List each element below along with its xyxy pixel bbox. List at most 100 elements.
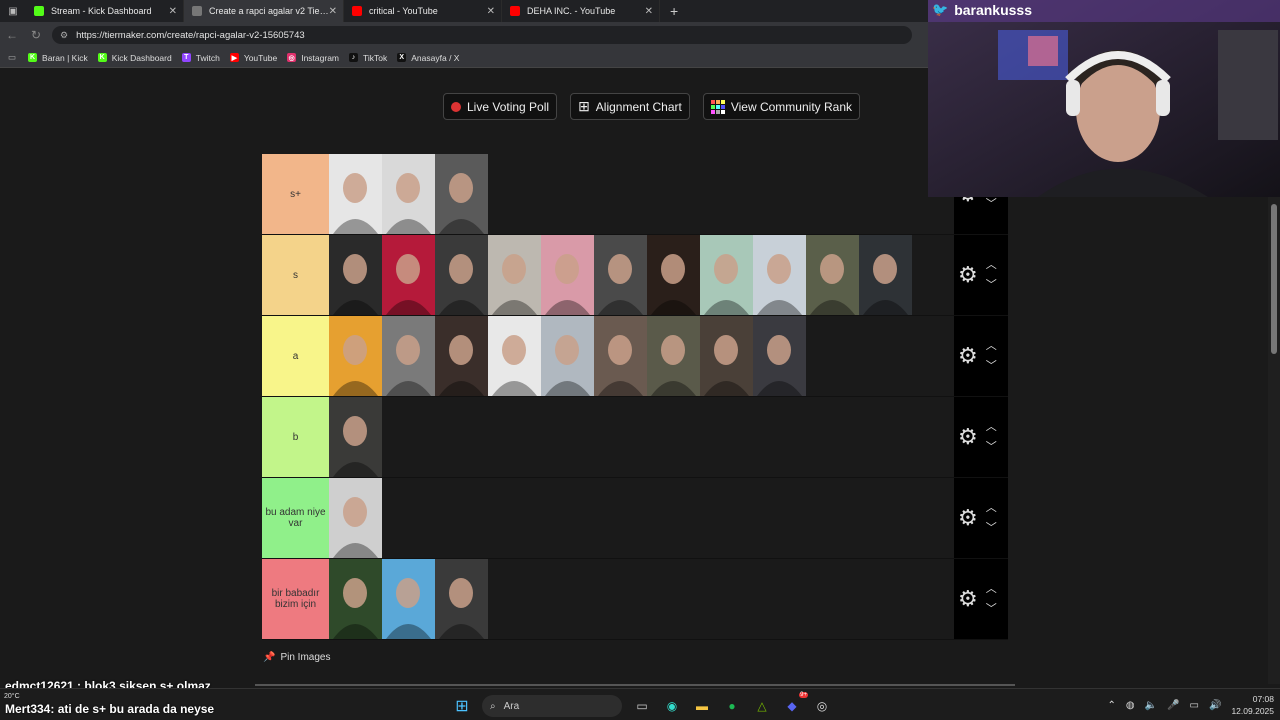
browser-tab[interactable]: Create a rapci agalar v2 Tier List -✕ [184, 0, 344, 22]
chevron-up-icon[interactable]: ︿ [986, 336, 997, 356]
obs-icon[interactable]: ◎ [812, 696, 832, 716]
chevron-up-icon[interactable]: ︿ [986, 417, 997, 437]
reload-icon[interactable]: ↻ [24, 28, 48, 42]
microphone-icon[interactable]: 🎤 [1167, 700, 1179, 711]
chevron-up-icon[interactable]: ⌃ [1108, 700, 1116, 711]
gear-icon[interactable]: ⚙ [958, 262, 978, 288]
bookmark-item[interactable]: ◎ Instagram [287, 53, 339, 63]
back-icon[interactable]: ← [0, 28, 24, 42]
tier-item-image[interactable] [647, 235, 700, 315]
browser-tab[interactable]: DEHA INC. - YouTube ✕ [502, 0, 660, 22]
tier-items[interactable] [329, 397, 954, 477]
close-tab-icon[interactable]: ✕ [169, 6, 177, 17]
tier-item-image[interactable] [700, 235, 753, 315]
tier-item-image[interactable] [329, 478, 382, 558]
tier-item-image[interactable] [435, 316, 488, 396]
tier-item-image[interactable] [541, 235, 594, 315]
tier-label[interactable]: s [262, 235, 329, 315]
tier-label[interactable]: bir babadır bizim için [262, 559, 329, 639]
gear-icon[interactable]: ⚙ [958, 505, 978, 531]
weather-widget[interactable]: 20°C [4, 693, 20, 700]
bookmark-item[interactable]: ♪ TikTok [349, 53, 387, 63]
tier-label[interactable]: bu adam niye var [262, 478, 329, 558]
tier-item-image[interactable] [435, 559, 488, 639]
display-icon[interactable]: ▭ [1190, 700, 1199, 711]
volume-icon[interactable]: 🔊 [1209, 700, 1221, 711]
new-tab-button[interactable]: + [670, 3, 678, 19]
speaker-icon[interactable]: 🔈 [1145, 700, 1157, 711]
window-menu-icon[interactable]: ▣ [0, 6, 26, 17]
tier-item-image[interactable] [541, 316, 594, 396]
sidebar-icon[interactable]: ▭ [8, 52, 16, 63]
tier-item-image[interactable] [329, 154, 382, 234]
tier-items[interactable] [329, 154, 954, 234]
clock[interactable]: 07:08 12.09.2025 [1231, 693, 1274, 717]
discord-icon[interactable]: ◆ 9+ [782, 692, 808, 716]
bookmark-item[interactable]: K Baran | Kick [28, 53, 88, 63]
tier-item-image[interactable] [488, 316, 541, 396]
tier-item-image[interactable] [382, 235, 435, 315]
chevron-up-icon[interactable]: ︿ [986, 579, 997, 599]
browser-tab[interactable]: Stream - Kick Dashboard ✕ [26, 0, 184, 22]
windows-start-icon[interactable]: ⊞ [452, 696, 472, 716]
pin-images-toggle[interactable]: 📌 Pin Images [263, 652, 330, 663]
tier-items[interactable] [329, 559, 954, 639]
tier-item-image[interactable] [594, 316, 647, 396]
tier-item-image[interactable] [753, 316, 806, 396]
gear-icon[interactable]: ⚙ [958, 343, 978, 369]
tier-item-image[interactable] [806, 235, 859, 315]
gear-icon[interactable]: ⚙ [958, 424, 978, 450]
scrollbar-thumb[interactable] [1271, 204, 1277, 354]
chevron-down-icon[interactable]: ﹀ [986, 194, 997, 214]
tier-item-image[interactable] [382, 559, 435, 639]
bookmark-item[interactable]: T Twitch [181, 53, 220, 63]
network-icon[interactable]: ◍ [1126, 700, 1135, 711]
chevron-down-icon[interactable]: ﹀ [986, 518, 997, 538]
tier-item-image[interactable] [382, 316, 435, 396]
tier-label[interactable]: b [262, 397, 329, 477]
close-tab-icon[interactable]: ✕ [487, 6, 495, 17]
edge-icon[interactable]: ◉ [662, 696, 682, 716]
site-info-icon[interactable]: ⚙ [60, 30, 68, 41]
close-tab-icon[interactable]: ✕ [645, 6, 653, 17]
chevron-up-icon[interactable]: ︿ [986, 498, 997, 518]
tier-item-image[interactable] [382, 154, 435, 234]
tier-item-image[interactable] [329, 559, 382, 639]
tier-item-image[interactable] [329, 235, 382, 315]
chevron-down-icon[interactable]: ﹀ [986, 275, 997, 295]
tier-label[interactable]: s+ [262, 154, 329, 234]
tier-label[interactable]: a [262, 316, 329, 396]
tier-item-image[interactable] [594, 235, 647, 315]
live-voting-poll-button[interactable]: Live Voting Poll [443, 93, 558, 120]
spotify-icon[interactable]: ● [722, 696, 742, 716]
chevron-up-icon[interactable]: ︿ [986, 255, 997, 275]
tier-item-image[interactable] [859, 235, 912, 315]
tier-item-image[interactable] [700, 316, 753, 396]
tier-items[interactable] [329, 478, 954, 558]
bookmark-item[interactable]: X Anasayfa / X [397, 53, 459, 63]
chevron-down-icon[interactable]: ﹀ [986, 599, 997, 619]
bookmark-item[interactable]: K Kick Dashboard [97, 53, 172, 63]
url-field[interactable]: ⚙ https://tiermaker.com/create/rapci-aga… [52, 26, 912, 44]
close-tab-icon[interactable]: ✕ [329, 6, 337, 17]
task-view-icon[interactable]: ▭ [632, 696, 652, 716]
tier-item-image[interactable] [435, 154, 488, 234]
tier-item-image[interactable] [753, 235, 806, 315]
tier-item-image[interactable] [488, 235, 541, 315]
tier-item-image[interactable] [435, 235, 488, 315]
bookmark-item[interactable]: ▶ YouTube [229, 53, 277, 63]
tier-items[interactable] [329, 316, 954, 396]
tier-item-image[interactable] [329, 397, 382, 477]
tier-items[interactable] [329, 235, 954, 315]
tier-item-image[interactable] [647, 316, 700, 396]
tier-item-image[interactable] [329, 316, 382, 396]
file-explorer-icon[interactable]: ▬ [692, 696, 712, 716]
alignment-chart-button[interactable]: ⊞ Alignment Chart [570, 93, 690, 120]
browser-tab[interactable]: critical - YouTube ✕ [344, 0, 502, 22]
community-rank-button[interactable]: View Community Rank [702, 93, 860, 120]
nvidia-icon[interactable]: △ [752, 696, 772, 716]
chevron-down-icon[interactable]: ﹀ [986, 437, 997, 457]
chevron-down-icon[interactable]: ﹀ [986, 356, 997, 376]
taskbar-search[interactable]: ⌕ Ara [482, 695, 622, 717]
page-scrollbar[interactable] [1268, 196, 1280, 684]
